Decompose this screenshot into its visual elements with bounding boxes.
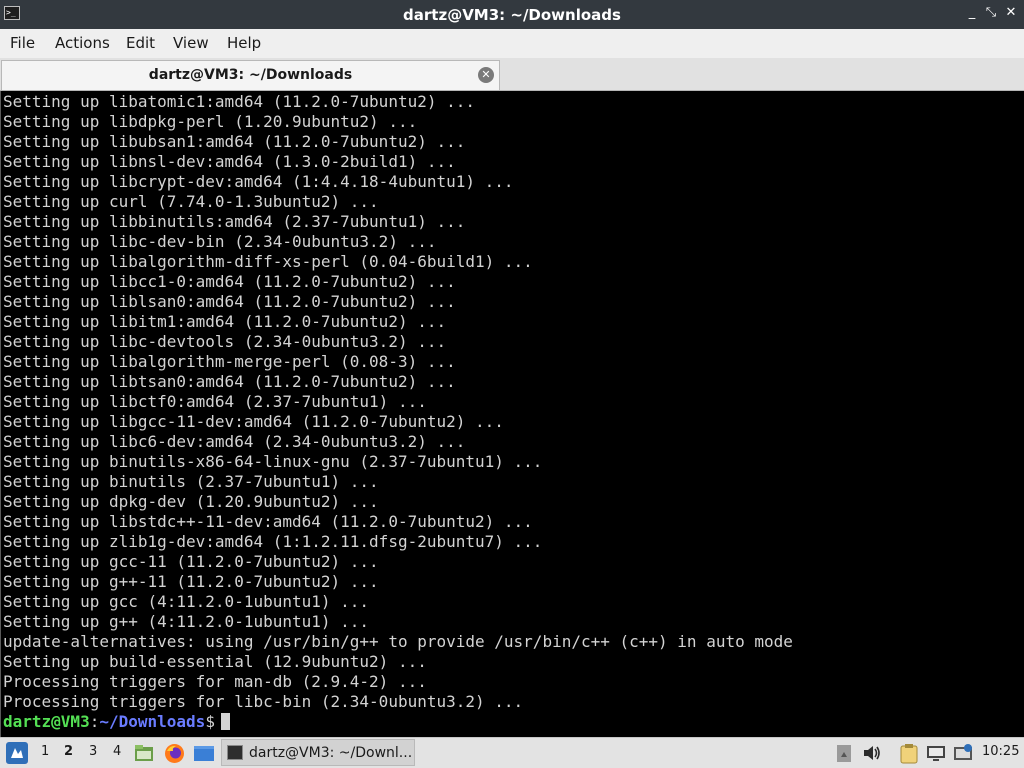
maximize-button[interactable]: ⤡ [983,5,999,21]
terminal-line: Setting up libbinutils:amd64 (2.37-7ubun… [3,212,466,231]
terminal-line: Setting up binutils (2.37-7ubuntu1) ... [3,472,379,491]
terminal-line: Setting up libstdc++-11-dev:amd64 (11.2.… [3,512,533,531]
terminal-output[interactable]: Setting up libatomic1:amd64 (11.2.0-7ubu… [0,91,1024,737]
close-button[interactable]: ✕ [1003,5,1019,21]
terminal-line: Setting up libdpkg-perl (1.20.9ubuntu2) … [3,112,418,131]
window-titlebar[interactable]: >_ dartz@VM3: ~/Downloads _ ⤡ ✕ [0,0,1024,29]
workspace-2[interactable]: 2 [64,744,73,759]
terminal-line: Setting up libalgorithm-diff-xs-perl (0.… [3,252,533,271]
workspace-4[interactable]: 4 [113,744,121,759]
terminal-line: Setting up build-essential (12.9ubuntu2)… [3,652,427,671]
terminal-line: Setting up libubsan1:amd64 (11.2.0-7ubun… [3,132,466,151]
command-prompt[interactable]: dartz@VM3:~/Downloads$ [3,712,230,732]
clipboard-icon[interactable] [836,743,852,763]
terminal-lines: Setting up libatomic1:amd64 (11.2.0-7ubu… [3,92,793,712]
menu-view[interactable]: View [173,34,209,52]
menu-file[interactable]: File [10,34,35,52]
terminal-line: Setting up libctf0:amd64 (2.37-7ubuntu1)… [3,392,427,411]
prompt-symbol: $ [205,712,215,731]
menu-edit[interactable]: Edit [126,34,155,52]
terminal-line: Setting up curl (7.74.0-1.3ubuntu2) ... [3,192,379,211]
terminal-icon [227,745,243,760]
terminal-line: Setting up dpkg-dev (1.20.9ubuntu2) ... [3,492,379,511]
terminal-line: Setting up libcc1-0:amd64 (11.2.0-7ubunt… [3,272,456,291]
text-cursor [220,713,230,730]
minimize-button[interactable]: _ [964,5,980,21]
prompt-separator: : [89,712,100,731]
terminal-line: Setting up libnsl-dev:amd64 (1.3.0-2buil… [3,152,456,171]
task-label: dartz@VM3: ~/Downl... [249,745,413,761]
workspace-1[interactable]: 1 [41,744,49,759]
tab-bar: dartz@VM3: ~/Downloads ✕ [0,58,1024,91]
taskbar-task-terminal[interactable]: dartz@VM3: ~/Downl... [221,739,415,766]
clipboard-manager-icon[interactable] [899,743,919,764]
terminal-line: Setting up libalgorithm-merge-perl (0.08… [3,352,456,371]
menu-help[interactable]: Help [227,34,261,52]
terminal-line: Setting up libcrypt-dev:amd64 (1:4.4.18-… [3,172,514,191]
terminal-line: Setting up libgcc-11-dev:amd64 (11.2.0-7… [3,412,504,431]
prompt-path: ~/Downloads [99,712,206,731]
terminal-line: Processing triggers for man-db (2.9.4-2)… [3,672,427,691]
window-title: dartz@VM3: ~/Downloads [403,6,621,24]
taskbar: 1 2 3 4 dartz@VM3: ~/Downl... 10:25 [0,737,1024,768]
terminal-line: Setting up libtsan0:amd64 (11.2.0-7ubunt… [3,372,456,391]
terminal-line: Setting up libc6-dev:amd64 (2.34-0ubuntu… [3,432,466,451]
terminal-line: Setting up libatomic1:amd64 (11.2.0-7ubu… [3,92,476,111]
terminal-line: Setting up binutils-x86-64-linux-gnu (2.… [3,452,543,471]
tab-label: dartz@VM3: ~/Downloads [148,67,353,83]
terminal-line: Setting up zlib1g-dev:amd64 (1:1.2.11.df… [3,532,543,551]
menu-bar: File Actions Edit View Help [0,29,1024,58]
terminal-line: update-alternatives: using /usr/bin/g++ … [3,632,793,651]
terminal-line: Setting up libc-devtools (2.34-0ubuntu3.… [3,332,447,351]
terminal-line: Setting up gcc-11 (11.2.0-7ubuntu2) ... [3,552,379,571]
terminal-line: Processing triggers for libc-bin (2.34-0… [3,692,524,711]
prompt-user-host: dartz@VM3 [3,712,90,731]
file-manager-icon[interactable] [134,743,154,763]
terminal-line: Setting up g++-11 (11.2.0-7ubuntu2) ... [3,572,379,591]
volume-icon[interactable] [862,743,882,763]
terminal-line: Setting up g++ (4:11.2.0-1ubuntu1) ... [3,612,370,631]
network-icon[interactable] [926,743,946,763]
workspace-3[interactable]: 3 [89,744,97,759]
firefox-icon[interactable] [164,743,185,764]
terminal-tab[interactable]: dartz@VM3: ~/Downloads ✕ [1,60,500,90]
terminal-line: Setting up gcc (4:11.2.0-1ubuntu1) ... [3,592,370,611]
clock[interactable]: 10:25 [982,744,1019,759]
terminal-line: Setting up libc-dev-bin (2.34-0ubuntu3.2… [3,232,437,251]
show-desktop-icon[interactable] [193,743,215,763]
close-icon[interactable]: ✕ [478,67,494,83]
terminal-line: Setting up liblsan0:amd64 (11.2.0-7ubunt… [3,292,456,311]
menu-actions[interactable]: Actions [55,34,110,52]
terminal-line: Setting up libitm1:amd64 (11.2.0-7ubuntu… [3,312,447,331]
updates-icon[interactable] [953,743,973,763]
start-menu-icon[interactable] [6,742,28,764]
